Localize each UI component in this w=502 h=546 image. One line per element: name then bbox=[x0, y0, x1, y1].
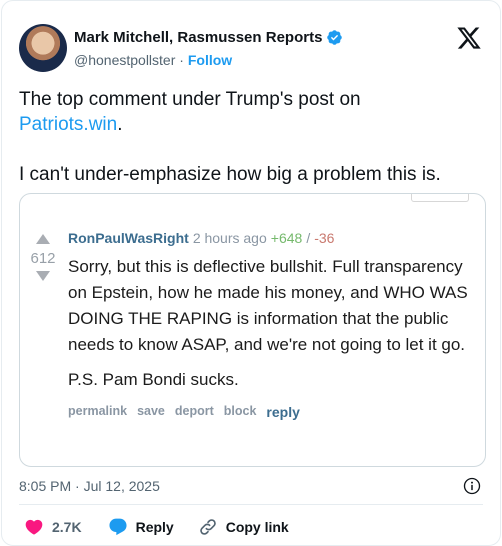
upvote-arrow-icon bbox=[36, 234, 50, 244]
copy-link-label: Copy link bbox=[225, 519, 289, 535]
vote-separator: / bbox=[306, 230, 311, 246]
tweet-text: The top comment under Trump's post on Pa… bbox=[19, 87, 489, 187]
comment-meta: RonPaulWasRight 2 hours ago +648 / -36 bbox=[68, 230, 480, 246]
author-row: Mark Mitchell, Rasmussen Reports bbox=[74, 29, 343, 46]
embedded-comment-image[interactable]: 612 RonPaulWasRight 2 hours ago +648 / -… bbox=[19, 193, 486, 467]
heart-icon bbox=[25, 519, 43, 535]
tweet-text-period: . bbox=[117, 114, 123, 135]
x-logo-icon[interactable] bbox=[456, 25, 482, 51]
comment-reply: reply bbox=[266, 404, 300, 420]
tweet-card: Mark Mitchell, Rasmussen Reports @honest… bbox=[1, 0, 501, 546]
vote-column: 612 bbox=[26, 234, 60, 281]
embed-top-tab bbox=[411, 194, 469, 202]
comment-author: RonPaulWasRight bbox=[68, 230, 189, 246]
comment-body: Sorry, but this is deflective bullshit. … bbox=[68, 257, 468, 354]
divider bbox=[19, 504, 483, 505]
reply-label: Reply bbox=[135, 519, 174, 535]
link-icon bbox=[199, 519, 216, 535]
reply-button[interactable]: Reply bbox=[108, 517, 174, 537]
verified-badge-icon bbox=[327, 30, 343, 45]
author-name[interactable]: Mark Mitchell, Rasmussen Reports bbox=[74, 29, 322, 46]
comment-permalink: permalink bbox=[68, 404, 128, 418]
follow-button[interactable]: Follow bbox=[188, 52, 232, 68]
patriots-win-link[interactable]: Patriots.win bbox=[19, 114, 117, 135]
copy-link-button[interactable]: Copy link bbox=[198, 517, 289, 537]
comment-upvotes: +648 bbox=[270, 230, 303, 246]
comment-deport: deport bbox=[174, 404, 214, 418]
author-handle[interactable]: @honestpollster bbox=[74, 52, 175, 68]
comment-time: 2 hours ago bbox=[192, 230, 267, 246]
comment-actions: permalink save deport block reply bbox=[68, 404, 480, 420]
action-bar: 2.7K Reply Copy link bbox=[24, 517, 289, 537]
handle-separator: · bbox=[179, 52, 184, 68]
comment: RonPaulWasRight 2 hours ago +648 / -36 S… bbox=[68, 230, 480, 420]
handle-row: @honestpollster · Follow bbox=[74, 52, 232, 68]
like-count: 2.7K bbox=[52, 519, 82, 535]
downvote-arrow-icon bbox=[36, 271, 50, 281]
info-icon[interactable] bbox=[463, 477, 481, 495]
reply-bubble-icon bbox=[109, 518, 127, 536]
tweet-timestamp[interactable]: 8:05 PM · Jul 12, 2025 bbox=[19, 478, 160, 494]
tweet-text-line1: The top comment under Trump's post on bbox=[19, 89, 361, 110]
comment-score: 612 bbox=[30, 250, 56, 267]
comment-save: save bbox=[137, 404, 165, 418]
tweet-text-para2: I can't under-emphasize how big a proble… bbox=[19, 164, 441, 185]
avatar[interactable] bbox=[19, 24, 67, 72]
comment-postscript: P.S. Pam Bondi sucks. bbox=[68, 370, 239, 389]
like-button[interactable]: 2.7K bbox=[24, 517, 82, 537]
comment-downvotes: -36 bbox=[314, 230, 335, 246]
comment-block: block bbox=[223, 404, 257, 418]
